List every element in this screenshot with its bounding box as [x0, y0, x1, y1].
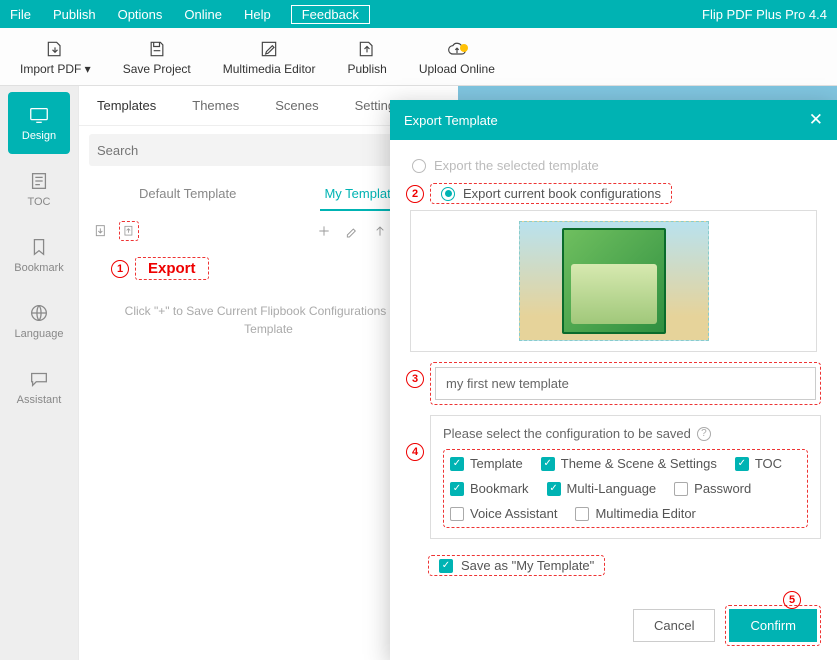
chk-saveas-mytemplate[interactable]: ✓ [439, 559, 453, 573]
menu-online[interactable]: Online [184, 7, 222, 22]
annotation-number-4: 4 [406, 443, 424, 461]
radio-current-label: Export current book configurations [463, 186, 661, 201]
save-project-button[interactable]: Save Project [107, 34, 207, 80]
radio-export-current[interactable] [441, 187, 455, 201]
nav-toc[interactable]: TOC [8, 158, 70, 220]
publish-icon [357, 38, 377, 60]
import-icon [45, 38, 65, 60]
annotation-number-1: 1 [111, 260, 129, 278]
nav-assistant-label: Assistant [17, 394, 62, 406]
chk-mm[interactable]: Multimedia Editor [575, 506, 695, 521]
export-template-icon[interactable] [119, 221, 139, 241]
saveas-label: Save as "My Template" [461, 558, 594, 573]
radio-icon [412, 159, 426, 173]
export-template-dialog: Export Template ✕ Export the selected te… [390, 100, 837, 660]
add-icon[interactable] [314, 221, 334, 241]
app-brand: Flip PDF Plus Pro 4.4 [702, 7, 827, 22]
chk-template[interactable]: ✓Template [450, 456, 523, 471]
annotation-number-5: 5 [783, 591, 801, 609]
nav-language[interactable]: Language [8, 290, 70, 352]
feedback-button[interactable]: Feedback [291, 5, 370, 24]
nav-design[interactable]: Design [8, 92, 70, 154]
dialog-title: Export Template [404, 113, 498, 128]
cloud-upload-icon [447, 38, 467, 60]
edit-icon [259, 38, 279, 60]
save-label: Save Project [123, 62, 191, 76]
chk-bookmark[interactable]: ✓Bookmark [450, 481, 529, 496]
left-nav: Design TOC Bookmark Language Assistant [0, 86, 78, 660]
title-bar: File Publish Options Online Help Feedbac… [0, 0, 837, 28]
upload-label: Upload Online [419, 62, 495, 76]
config-title: Please select the configuration to be sa… [443, 426, 808, 441]
annotation-export-label: Export [135, 257, 209, 280]
preview-thumbnail [519, 221, 709, 341]
menu-file[interactable]: File [10, 7, 31, 22]
notification-dot [460, 44, 468, 52]
nav-design-label: Design [22, 130, 56, 142]
annotation-number-3: 3 [406, 370, 424, 388]
publish-label: Publish [347, 62, 386, 76]
publish-button[interactable]: Publish [331, 34, 402, 80]
nav-language-label: Language [15, 328, 64, 340]
nav-bookmark-label: Bookmark [14, 262, 64, 274]
move-up-icon[interactable] [370, 221, 390, 241]
dialog-header: Export Template ✕ [390, 100, 837, 140]
cancel-button[interactable]: Cancel [633, 609, 715, 642]
nav-assistant[interactable]: Assistant [8, 356, 70, 418]
edit-template-icon[interactable] [342, 221, 362, 241]
radio-label: Export the selected template [434, 158, 599, 173]
upload-online-button[interactable]: Upload Online [403, 34, 511, 80]
import-template-icon[interactable] [91, 221, 111, 241]
menu-publish[interactable]: Publish [53, 7, 96, 22]
annotation-number-2: 2 [406, 185, 424, 203]
import-label: Import PDF ▾ [20, 62, 91, 76]
help-icon[interactable]: ? [697, 427, 711, 441]
import-pdf-button[interactable]: Import PDF ▾ [4, 34, 107, 80]
save-icon [147, 38, 167, 60]
tab-themes[interactable]: Themes [174, 86, 257, 126]
chk-voice[interactable]: Voice Assistant [450, 506, 557, 521]
mm-label: Multimedia Editor [223, 62, 316, 76]
radio-export-selected: Export the selected template [412, 154, 821, 177]
nav-bookmark[interactable]: Bookmark [8, 224, 70, 286]
template-name-input[interactable] [435, 367, 816, 400]
chk-toc[interactable]: ✓TOC [735, 456, 782, 471]
menu-options[interactable]: Options [118, 7, 163, 22]
main-menu: File Publish Options Online Help [10, 7, 271, 22]
nav-toc-label: TOC [27, 196, 50, 208]
template-preview [410, 210, 817, 352]
subtab-default[interactable]: Default Template [135, 178, 240, 211]
chk-multilang[interactable]: ✓Multi-Language [547, 481, 657, 496]
close-icon[interactable]: ✕ [809, 110, 823, 130]
chk-theme[interactable]: ✓Theme & Scene & Settings [541, 456, 717, 471]
chk-password[interactable]: Password [674, 481, 751, 496]
menu-help[interactable]: Help [244, 7, 271, 22]
dialog-footer: 5 Cancel Confirm [390, 591, 837, 660]
confirm-button[interactable]: Confirm [729, 609, 817, 642]
toolbar: Import PDF ▾ Save Project Multimedia Edi… [0, 28, 837, 86]
tab-templates[interactable]: Templates [79, 86, 174, 126]
tab-scenes[interactable]: Scenes [257, 86, 336, 126]
multimedia-editor-button[interactable]: Multimedia Editor [207, 34, 332, 80]
search-input[interactable] [97, 143, 422, 158]
